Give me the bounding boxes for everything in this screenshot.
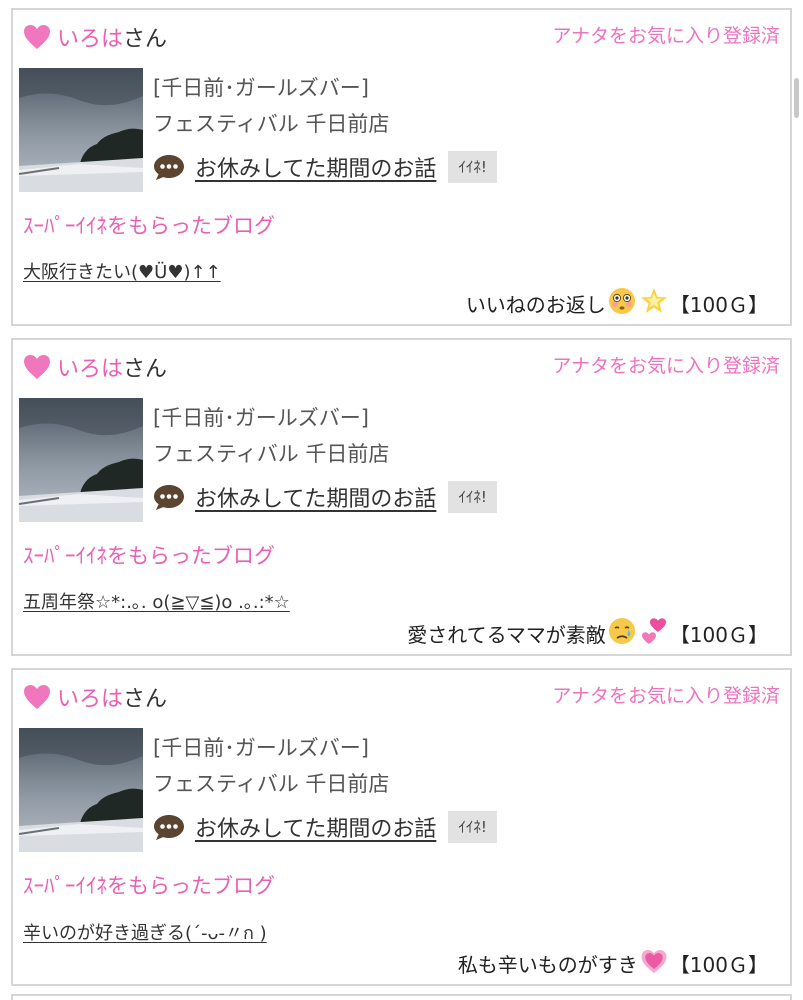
user-name[interactable]: いろは <box>57 351 123 383</box>
crying-face-emoji-icon <box>607 616 637 646</box>
favorite-status: アナタをお気に入り登録済 <box>552 355 780 377</box>
post-title-link[interactable]: お休みしてた期間のお話 <box>195 151 436 183</box>
super-iine-label: ｽｰﾊﾟｰｲｲﾈをもらったブログ <box>23 544 275 568</box>
user-row: いろは さん <box>23 22 167 52</box>
post-row: お休みしてた期間のお話 ｲｲﾈ! <box>153 480 497 514</box>
favorite-status: アナタをお気に入り登録済 <box>552 25 780 47</box>
comment-text: いいねのお返し <box>465 293 606 317</box>
blog-title-link[interactable]: 大阪行きたい(♥Ü♥)↑↑ <box>23 258 221 284</box>
post-row: お休みしてた期間のお話 ｲｲﾈ! <box>153 150 497 184</box>
user-row: いろは さん <box>23 682 167 712</box>
heart-icon <box>23 684 51 710</box>
super-iine-card: いろは さん アナタをお気に入り登録済 [千日前･ガールズバー] フェスティバル… <box>11 338 792 656</box>
post-thumbnail[interactable] <box>19 68 143 192</box>
user-row: いろは さん <box>23 352 167 382</box>
heart-icon <box>23 354 51 380</box>
speech-bubble-icon <box>153 813 185 841</box>
comment-emojis <box>606 286 670 321</box>
blog-title-link[interactable]: 五周年祭☆*:.｡. o(≧▽≦)o .｡.:*☆ <box>23 588 290 614</box>
user-name[interactable]: いろは <box>57 21 123 53</box>
comment-emojis <box>638 946 670 981</box>
comment-emojis <box>606 616 670 651</box>
super-iine-label: ｽｰﾊﾟｰｲｲﾈをもらったブログ <box>23 874 275 898</box>
iine-button[interactable]: ｲｲﾈ! <box>448 811 497 843</box>
reward-amount: 【100Ｇ】 <box>669 953 768 977</box>
super-iine-card: いろは さん アナタをお気に入り登録済 [千日前･ガールズバー] フェスティバル… <box>11 8 792 326</box>
comment-text: 愛されてるママが素敵 <box>407 623 606 647</box>
shop-name[interactable]: フェスティバル 千日前店 <box>153 768 389 798</box>
blog-title-link[interactable]: 辛いのが好き過ぎる(´-ᴗ-〃ก ) <box>23 918 267 947</box>
iine-button[interactable]: ｲｲﾈ! <box>448 151 497 183</box>
super-iine-card: いろは さん アナタをお気に入り登録済 [千日前･ガールズバー] フェスティバル… <box>11 668 792 986</box>
reward-amount: 【100Ｇ】 <box>669 293 768 317</box>
next-card-edge <box>11 994 792 1000</box>
user-suffix: さん <box>123 357 168 382</box>
user-suffix: さん <box>123 687 168 712</box>
shop-name[interactable]: フェスティバル 千日前店 <box>153 438 389 468</box>
iine-button[interactable]: ｲｲﾈ! <box>448 481 497 513</box>
shop-category: [千日前･ガールズバー] <box>153 736 369 760</box>
comment-row: 私も辛いものがすき 【100Ｇ】 <box>458 946 768 981</box>
scrollbar[interactable] <box>794 78 799 118</box>
post-thumbnail[interactable] <box>19 398 143 522</box>
speech-bubble-icon <box>153 153 185 181</box>
flushed-face-emoji-icon <box>607 286 637 316</box>
super-iine-label: ｽｰﾊﾟｰｲｲﾈをもらったブログ <box>23 214 275 238</box>
favorite-status: アナタをお気に入り登録済 <box>552 685 780 707</box>
shop-name[interactable]: フェスティバル 千日前店 <box>153 108 389 138</box>
heart-icon <box>23 24 51 50</box>
post-title-link[interactable]: お休みしてた期間のお話 <box>195 811 436 843</box>
post-thumbnail[interactable] <box>19 728 143 852</box>
glowing-star-emoji-icon <box>639 286 669 316</box>
shop-category: [千日前･ガールズバー] <box>153 76 369 100</box>
comment-row: 愛されてるママが素敵 【100Ｇ】 <box>407 616 768 651</box>
speech-bubble-icon <box>153 483 185 511</box>
comment-row: いいねのお返し 【100Ｇ】 <box>466 286 768 321</box>
user-suffix: さん <box>123 27 168 52</box>
reward-amount: 【100Ｇ】 <box>669 623 768 647</box>
comment-text: 私も辛いものがすき <box>457 953 638 977</box>
shop-category: [千日前･ガールズバー] <box>153 406 369 430</box>
two-hearts-emoji-icon <box>639 616 669 646</box>
post-title-link[interactable]: お休みしてた期間のお話 <box>195 481 436 513</box>
user-name[interactable]: いろは <box>57 681 123 713</box>
growing-heart-emoji-icon <box>639 946 669 976</box>
post-row: お休みしてた期間のお話 ｲｲﾈ! <box>153 810 497 844</box>
